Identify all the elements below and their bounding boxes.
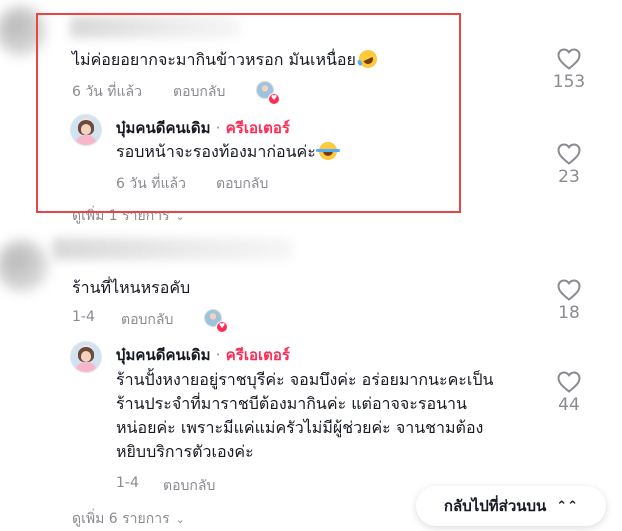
commenter-username-blurred[interactable]	[52, 238, 292, 260]
separator-dot: ·	[215, 346, 221, 364]
view-more-label: ดูเพิ่ม 6 รายการ	[72, 511, 170, 527]
reply-button[interactable]: ตอบกลับ	[163, 475, 215, 497]
heart-outline-icon	[557, 48, 581, 70]
reply-button[interactable]: ตอบกลับ	[121, 309, 173, 331]
like-count: 153	[552, 72, 586, 92]
comment-text: ร้านที่ไหนหรอคับ	[72, 278, 191, 297]
chevron-double-up-icon: ⌃⌃	[556, 498, 579, 514]
reply-text-line: ร้านปั้งหงายอยู่ราชบุรีค่ะ จอมบึงค่ะ อร่…	[116, 370, 494, 389]
heart-outline-icon	[557, 279, 581, 301]
back-to-top-button[interactable]: กลับไปที่ส่วนบน ⌃⌃	[416, 486, 606, 526]
reply-username-line: บุ๋มคนดีคนเดิม · ครีเอเตอร์	[116, 343, 290, 367]
like-count: 18	[558, 303, 580, 323]
reply-text-line: ร้านประจำที่มาราชบีต้องมากินค่ะ แต่อาจจะ…	[116, 394, 467, 413]
heart-outline-icon	[557, 143, 581, 165]
highlight-box	[36, 13, 461, 213]
like-count: 44	[558, 395, 580, 415]
reply-text-line: หน่อยค่ะ เพราะมีแค่แม่ครัวไม่มีผู้ช่วยค่…	[116, 418, 484, 437]
reply-timestamp: 1-4	[116, 475, 139, 491]
view-more-replies[interactable]: ดูเพิ่ม 6 รายการ ⌄	[72, 508, 185, 530]
chevron-down-icon: ⌄	[175, 513, 185, 526]
heart-badge-icon: ♥	[216, 321, 228, 333]
heart-outline-icon	[557, 371, 581, 393]
back-to-top-label: กลับไปที่ส่วนบน	[443, 497, 547, 515]
reply-like-button[interactable]: 44	[549, 371, 589, 415]
creator-avatar[interactable]	[70, 341, 102, 373]
commenter-avatar-blurred[interactable]	[0, 240, 48, 292]
comment-timestamp: 1-4	[72, 309, 95, 325]
reply-text-line: หยิบบริการตัวเองค่ะ	[116, 442, 254, 461]
creator-liked-badge[interactable]: ♥	[204, 309, 228, 333]
reply-like-button[interactable]: 23	[549, 143, 589, 187]
creator-label: ครีเอเตอร์	[225, 346, 290, 364]
like-button[interactable]: 18	[549, 279, 589, 323]
like-button[interactable]: 153	[549, 48, 589, 92]
reply-username[interactable]: บุ๋มคนดีคนเดิม	[116, 346, 210, 364]
like-count: 23	[558, 167, 580, 187]
